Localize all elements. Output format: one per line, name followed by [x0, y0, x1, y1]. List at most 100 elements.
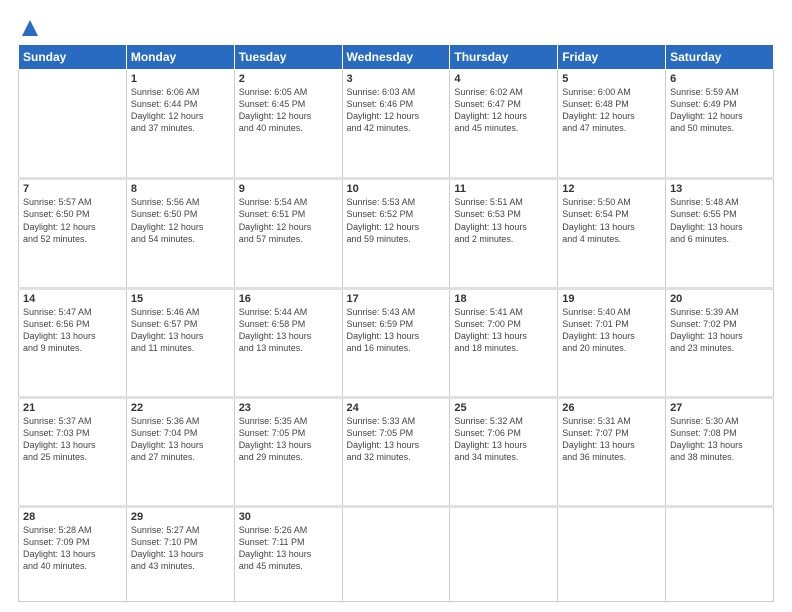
day-info: Sunrise: 6:03 AM Sunset: 6:46 PM Dayligh… — [347, 86, 446, 135]
weekday-sunday: Sunday — [19, 45, 127, 70]
day-number: 4 — [454, 73, 553, 85]
header — [18, 18, 774, 34]
calendar-cell — [342, 507, 450, 602]
day-number: 29 — [131, 511, 230, 523]
day-number: 16 — [239, 293, 338, 305]
day-info: Sunrise: 5:44 AM Sunset: 6:58 PM Dayligh… — [239, 306, 338, 355]
calendar-cell: 19Sunrise: 5:40 AM Sunset: 7:01 PM Dayli… — [558, 288, 666, 397]
day-number: 11 — [454, 183, 553, 195]
weekday-friday: Friday — [558, 45, 666, 70]
day-info: Sunrise: 5:28 AM Sunset: 7:09 PM Dayligh… — [23, 524, 122, 573]
page: SundayMondayTuesdayWednesdayThursdayFrid… — [0, 0, 792, 612]
calendar-cell: 28Sunrise: 5:28 AM Sunset: 7:09 PM Dayli… — [19, 507, 127, 602]
weekday-saturday: Saturday — [666, 45, 774, 70]
day-info: Sunrise: 5:33 AM Sunset: 7:05 PM Dayligh… — [347, 415, 446, 464]
day-info: Sunrise: 5:26 AM Sunset: 7:11 PM Dayligh… — [239, 524, 338, 573]
calendar-cell: 16Sunrise: 5:44 AM Sunset: 6:58 PM Dayli… — [234, 288, 342, 397]
calendar-cell: 17Sunrise: 5:43 AM Sunset: 6:59 PM Dayli… — [342, 288, 450, 397]
calendar-cell: 18Sunrise: 5:41 AM Sunset: 7:00 PM Dayli… — [450, 288, 558, 397]
day-number: 8 — [131, 183, 230, 195]
day-number: 24 — [347, 402, 446, 414]
day-number: 20 — [670, 293, 769, 305]
calendar-cell: 14Sunrise: 5:47 AM Sunset: 6:56 PM Dayli… — [19, 288, 127, 397]
week-row-2: 7Sunrise: 5:57 AM Sunset: 6:50 PM Daylig… — [19, 179, 774, 288]
calendar-cell: 11Sunrise: 5:51 AM Sunset: 6:53 PM Dayli… — [450, 179, 558, 288]
day-info: Sunrise: 6:02 AM Sunset: 6:47 PM Dayligh… — [454, 86, 553, 135]
weekday-thursday: Thursday — [450, 45, 558, 70]
calendar-cell — [558, 507, 666, 602]
day-number: 19 — [562, 293, 661, 305]
calendar-cell: 24Sunrise: 5:33 AM Sunset: 7:05 PM Dayli… — [342, 397, 450, 506]
calendar-cell: 8Sunrise: 5:56 AM Sunset: 6:50 PM Daylig… — [126, 179, 234, 288]
day-number: 25 — [454, 402, 553, 414]
calendar-cell: 4Sunrise: 6:02 AM Sunset: 6:47 PM Daylig… — [450, 70, 558, 179]
day-info: Sunrise: 6:06 AM Sunset: 6:44 PM Dayligh… — [131, 86, 230, 135]
calendar-cell: 2Sunrise: 6:05 AM Sunset: 6:45 PM Daylig… — [234, 70, 342, 179]
calendar-cell: 27Sunrise: 5:30 AM Sunset: 7:08 PM Dayli… — [666, 397, 774, 506]
calendar-cell: 12Sunrise: 5:50 AM Sunset: 6:54 PM Dayli… — [558, 179, 666, 288]
day-info: Sunrise: 5:27 AM Sunset: 7:10 PM Dayligh… — [131, 524, 230, 573]
day-number: 26 — [562, 402, 661, 414]
calendar-cell: 9Sunrise: 5:54 AM Sunset: 6:51 PM Daylig… — [234, 179, 342, 288]
calendar-cell: 3Sunrise: 6:03 AM Sunset: 6:46 PM Daylig… — [342, 70, 450, 179]
day-info: Sunrise: 5:54 AM Sunset: 6:51 PM Dayligh… — [239, 196, 338, 245]
day-info: Sunrise: 5:32 AM Sunset: 7:06 PM Dayligh… — [454, 415, 553, 464]
calendar-table: SundayMondayTuesdayWednesdayThursdayFrid… — [18, 44, 774, 602]
day-info: Sunrise: 5:35 AM Sunset: 7:05 PM Dayligh… — [239, 415, 338, 464]
calendar-cell: 15Sunrise: 5:46 AM Sunset: 6:57 PM Dayli… — [126, 288, 234, 397]
day-info: Sunrise: 5:57 AM Sunset: 6:50 PM Dayligh… — [23, 196, 122, 245]
day-number: 3 — [347, 73, 446, 85]
day-info: Sunrise: 5:46 AM Sunset: 6:57 PM Dayligh… — [131, 306, 230, 355]
day-info: Sunrise: 5:53 AM Sunset: 6:52 PM Dayligh… — [347, 196, 446, 245]
calendar-cell: 23Sunrise: 5:35 AM Sunset: 7:05 PM Dayli… — [234, 397, 342, 506]
day-number: 10 — [347, 183, 446, 195]
day-info: Sunrise: 5:39 AM Sunset: 7:02 PM Dayligh… — [670, 306, 769, 355]
week-row-1: 1Sunrise: 6:06 AM Sunset: 6:44 PM Daylig… — [19, 70, 774, 179]
day-number: 23 — [239, 402, 338, 414]
day-number: 14 — [23, 293, 122, 305]
calendar-cell: 13Sunrise: 5:48 AM Sunset: 6:55 PM Dayli… — [666, 179, 774, 288]
day-number: 12 — [562, 183, 661, 195]
calendar-cell: 25Sunrise: 5:32 AM Sunset: 7:06 PM Dayli… — [450, 397, 558, 506]
day-number: 6 — [670, 73, 769, 85]
week-row-4: 21Sunrise: 5:37 AM Sunset: 7:03 PM Dayli… — [19, 397, 774, 506]
day-info: Sunrise: 5:37 AM Sunset: 7:03 PM Dayligh… — [23, 415, 122, 464]
calendar-cell: 30Sunrise: 5:26 AM Sunset: 7:11 PM Dayli… — [234, 507, 342, 602]
day-info: Sunrise: 5:36 AM Sunset: 7:04 PM Dayligh… — [131, 415, 230, 464]
weekday-monday: Monday — [126, 45, 234, 70]
day-number: 1 — [131, 73, 230, 85]
calendar-cell: 6Sunrise: 5:59 AM Sunset: 6:49 PM Daylig… — [666, 70, 774, 179]
calendar-cell: 5Sunrise: 6:00 AM Sunset: 6:48 PM Daylig… — [558, 70, 666, 179]
day-info: Sunrise: 5:50 AM Sunset: 6:54 PM Dayligh… — [562, 196, 661, 245]
week-row-3: 14Sunrise: 5:47 AM Sunset: 6:56 PM Dayli… — [19, 288, 774, 397]
day-number: 7 — [23, 183, 122, 195]
day-number: 21 — [23, 402, 122, 414]
day-number: 17 — [347, 293, 446, 305]
calendar-cell: 29Sunrise: 5:27 AM Sunset: 7:10 PM Dayli… — [126, 507, 234, 602]
logo — [18, 18, 40, 34]
day-number: 18 — [454, 293, 553, 305]
day-number: 13 — [670, 183, 769, 195]
day-info: Sunrise: 5:31 AM Sunset: 7:07 PM Dayligh… — [562, 415, 661, 464]
day-info: Sunrise: 5:56 AM Sunset: 6:50 PM Dayligh… — [131, 196, 230, 245]
day-info: Sunrise: 5:48 AM Sunset: 6:55 PM Dayligh… — [670, 196, 769, 245]
weekday-wednesday: Wednesday — [342, 45, 450, 70]
day-number: 2 — [239, 73, 338, 85]
day-info: Sunrise: 5:41 AM Sunset: 7:00 PM Dayligh… — [454, 306, 553, 355]
day-number: 30 — [239, 511, 338, 523]
calendar-cell — [666, 507, 774, 602]
day-info: Sunrise: 5:47 AM Sunset: 6:56 PM Dayligh… — [23, 306, 122, 355]
day-number: 22 — [131, 402, 230, 414]
logo-icon — [20, 18, 40, 38]
day-info: Sunrise: 6:05 AM Sunset: 6:45 PM Dayligh… — [239, 86, 338, 135]
day-number: 9 — [239, 183, 338, 195]
calendar-cell: 20Sunrise: 5:39 AM Sunset: 7:02 PM Dayli… — [666, 288, 774, 397]
calendar-cell — [450, 507, 558, 602]
day-number: 15 — [131, 293, 230, 305]
day-info: Sunrise: 5:59 AM Sunset: 6:49 PM Dayligh… — [670, 86, 769, 135]
weekday-tuesday: Tuesday — [234, 45, 342, 70]
calendar-cell: 21Sunrise: 5:37 AM Sunset: 7:03 PM Dayli… — [19, 397, 127, 506]
weekday-header-row: SundayMondayTuesdayWednesdayThursdayFrid… — [19, 45, 774, 70]
calendar-cell: 7Sunrise: 5:57 AM Sunset: 6:50 PM Daylig… — [19, 179, 127, 288]
calendar-cell: 26Sunrise: 5:31 AM Sunset: 7:07 PM Dayli… — [558, 397, 666, 506]
